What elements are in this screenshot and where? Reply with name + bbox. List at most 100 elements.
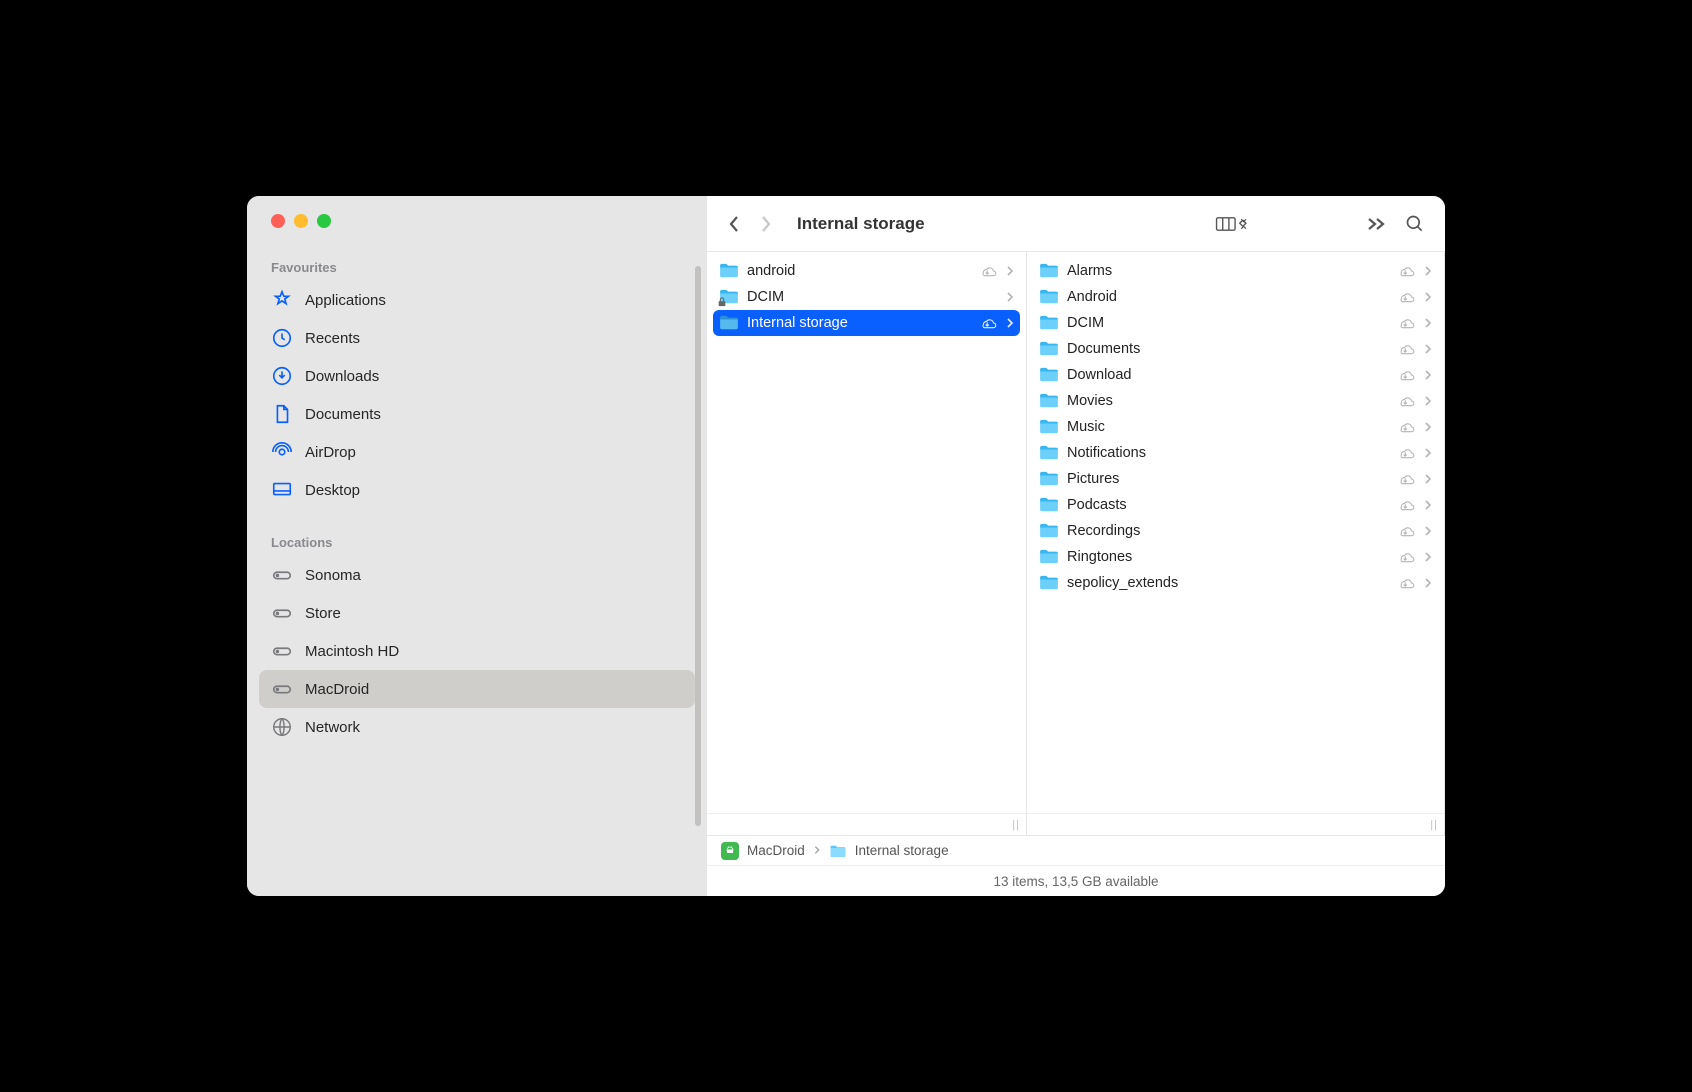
sidebar-item-label: Sonoma — [305, 567, 361, 584]
forward-button[interactable] — [759, 214, 773, 234]
cloud-download-icon — [1396, 394, 1416, 408]
sidebar-item-label: Applications — [305, 292, 386, 309]
sidebar-item-sonoma[interactable]: Sonoma — [259, 556, 695, 594]
drive-icon — [271, 640, 293, 662]
sidebar-item-recents[interactable]: Recents — [259, 319, 695, 357]
sidebar-item-label: Downloads — [305, 368, 379, 385]
more-toolbar-button[interactable] — [1365, 216, 1387, 232]
network-icon — [271, 716, 293, 738]
sidebar-item-label: MacDroid — [305, 681, 369, 698]
folder-icon — [1039, 341, 1059, 357]
column-resize-handle[interactable]: || — [1027, 813, 1444, 835]
minimize-window-button[interactable] — [294, 214, 308, 228]
cloud-download-icon — [1396, 316, 1416, 330]
chevron-right-icon — [1424, 421, 1432, 433]
sidebar-item-macintosh-hd[interactable]: Macintosh HD — [259, 632, 695, 670]
file-row[interactable]: Android — [1033, 284, 1438, 310]
cloud-download-icon — [1396, 446, 1416, 460]
cloud-download-icon — [1396, 420, 1416, 434]
sidebar-item-macdroid[interactable]: MacDroid — [259, 670, 695, 708]
file-row[interactable]: Pictures — [1033, 466, 1438, 492]
sidebar-scrollbar[interactable] — [695, 266, 701, 826]
file-row[interactable]: DCIM — [1033, 310, 1438, 336]
file-row[interactable]: Documents — [1033, 336, 1438, 362]
file-name: android — [747, 263, 970, 279]
sidebar-item-network[interactable]: Network — [259, 708, 695, 746]
file-row[interactable]: Movies — [1033, 388, 1438, 414]
sidebar-item-label: Macintosh HD — [305, 643, 399, 660]
file-name: Download — [1067, 367, 1388, 383]
macdroid-icon — [721, 842, 739, 860]
cloud-download-icon — [978, 316, 998, 330]
file-row[interactable]: sepolicy_extends — [1033, 570, 1438, 596]
view-options-button[interactable] — [1215, 214, 1249, 234]
folder-icon — [719, 263, 739, 279]
status-bar: 13 items, 13,5 GB available — [707, 866, 1445, 896]
toolbar: Internal storage — [707, 196, 1445, 252]
file-row[interactable]: Podcasts — [1033, 492, 1438, 518]
back-button[interactable] — [727, 214, 741, 234]
window-controls — [247, 214, 707, 228]
sidebar: Favourites Applications Recents Download… — [247, 196, 707, 896]
sidebar-item-documents[interactable]: Documents — [259, 395, 695, 433]
airdrop-icon — [271, 441, 293, 463]
cloud-download-icon — [1396, 576, 1416, 590]
search-button[interactable] — [1405, 214, 1425, 234]
sidebar-section-locations-title: Locations — [247, 535, 707, 550]
column-view: android DCIM Internal storage || Alarms And… — [707, 252, 1445, 836]
file-row[interactable]: Recordings — [1033, 518, 1438, 544]
file-row[interactable]: DCIM — [713, 284, 1020, 310]
sidebar-item-store[interactable]: Store — [259, 594, 695, 632]
file-row[interactable]: Music — [1033, 414, 1438, 440]
chevron-right-icon — [813, 843, 821, 858]
chevron-right-icon — [1424, 343, 1432, 355]
file-name: Music — [1067, 419, 1388, 435]
chevron-right-icon — [1006, 265, 1014, 277]
documents-icon — [271, 403, 293, 425]
path-bar: MacDroid Internal storage — [707, 836, 1445, 866]
file-name: Android — [1067, 289, 1388, 305]
column-1: android DCIM Internal storage || — [707, 252, 1027, 835]
sidebar-item-desktop[interactable]: Desktop — [259, 471, 695, 509]
sidebar-item-label: Store — [305, 605, 341, 622]
recents-icon — [271, 327, 293, 349]
cloud-download-icon — [1396, 342, 1416, 356]
zoom-window-button[interactable] — [317, 214, 331, 228]
pathbar-root[interactable]: MacDroid — [747, 843, 805, 858]
folder-icon — [1039, 497, 1059, 513]
cloud-download-icon — [1396, 498, 1416, 512]
file-row[interactable]: Download — [1033, 362, 1438, 388]
column-resize-handle[interactable]: || — [707, 813, 1026, 835]
chevron-right-icon — [1424, 265, 1432, 277]
file-name: DCIM — [747, 289, 998, 305]
cloud-download-icon — [1396, 524, 1416, 538]
chevron-right-icon — [1424, 551, 1432, 563]
file-name: Notifications — [1067, 445, 1388, 461]
close-window-button[interactable] — [271, 214, 285, 228]
cloud-download-icon — [1396, 550, 1416, 564]
chevron-right-icon — [1424, 499, 1432, 511]
file-row[interactable]: Ringtones — [1033, 544, 1438, 570]
chevron-right-icon — [1424, 317, 1432, 329]
sidebar-favourites-list: Applications Recents Downloads Documents — [247, 281, 707, 509]
folder-icon — [1039, 315, 1059, 331]
main-area: Internal storage android DCIM Internal sto… — [707, 196, 1445, 896]
folder-icon — [829, 844, 847, 858]
sidebar-item-label: Network — [305, 719, 360, 736]
folder-icon — [1039, 445, 1059, 461]
sidebar-item-applications[interactable]: Applications — [259, 281, 695, 319]
cloud-download-icon — [978, 264, 998, 278]
file-row[interactable]: Internal storage — [713, 310, 1020, 336]
file-row[interactable]: Notifications — [1033, 440, 1438, 466]
file-row[interactable]: android — [713, 258, 1020, 284]
chevron-right-icon — [1424, 525, 1432, 537]
file-row[interactable]: Alarms — [1033, 258, 1438, 284]
chevron-right-icon — [1006, 291, 1014, 303]
cloud-download-icon — [1396, 264, 1416, 278]
applications-icon — [271, 289, 293, 311]
folder-icon — [1039, 523, 1059, 539]
cloud-download-icon — [1396, 290, 1416, 304]
sidebar-item-downloads[interactable]: Downloads — [259, 357, 695, 395]
sidebar-item-airdrop[interactable]: AirDrop — [259, 433, 695, 471]
pathbar-current[interactable]: Internal storage — [855, 843, 949, 858]
